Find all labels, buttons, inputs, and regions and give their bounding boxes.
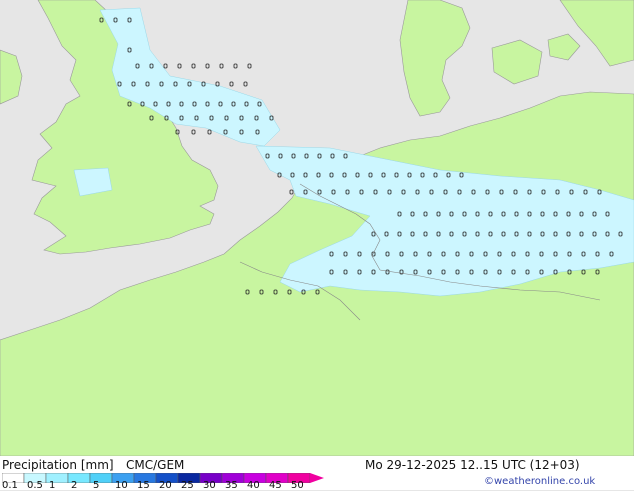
legend-tick-label: 25	[181, 480, 194, 491]
valid-time: Mo 29-12-2025 12..15 UTC (12+03)	[365, 458, 580, 472]
legend-tick-label: 0.5	[27, 480, 43, 491]
legend-tick-label: 30	[203, 480, 216, 491]
legend-tick-label: 15	[137, 480, 150, 491]
legend-tick-label: 45	[269, 480, 282, 491]
precipitation-map	[0, 0, 634, 456]
legend-tick-label: 50	[291, 480, 304, 491]
legend-tick-label: 1	[49, 480, 56, 491]
legend-arrow	[310, 473, 324, 483]
legend-tick-label: 20	[159, 480, 172, 491]
model-name: CMC/GEM	[126, 458, 185, 472]
legend-tick-label: 40	[247, 480, 260, 491]
legend-tick-label: 5	[93, 480, 100, 491]
legend-tick-label: 10	[115, 480, 128, 491]
map-title: Precipitation [mm]	[2, 458, 114, 472]
legend-tick-label: 0.1	[2, 480, 18, 491]
legend-tick-label: 2	[71, 480, 78, 491]
credit-link[interactable]: ©weatheronline.co.uk	[484, 476, 595, 487]
legend-tick-label: 35	[225, 480, 238, 491]
